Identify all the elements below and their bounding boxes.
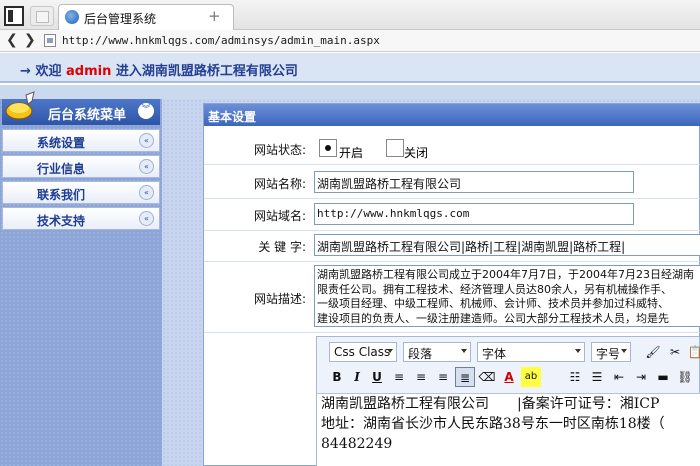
chevron-left-icon[interactable]: « <box>139 133 154 148</box>
new-tab-icon[interactable]: + <box>208 7 221 25</box>
row-divider <box>204 198 700 199</box>
font-size-value: 字号 <box>596 347 621 361</box>
underline-button[interactable]: U <box>367 367 387 387</box>
paragraph-value: 段落 <box>408 347 433 361</box>
italic-button[interactable]: I <box>347 367 367 387</box>
editor-content[interactable]: 湖南凯盟路桥工程有限公司 |备案许可证号：湘ICP 地址：湖南省长沙市人民东路3… <box>317 393 700 466</box>
css-class-select[interactable]: Css Class <box>329 342 397 362</box>
align-right-icon[interactable]: ≡ <box>433 367 453 387</box>
unordered-list-icon[interactable]: ☰ <box>587 367 607 387</box>
description-line: 一级项目经理、中级工程师、机械师、会计师、技术员并参加过科威特、 <box>317 297 669 310</box>
editor-toolbar-row-2: B I U ≡ ≡ ≡ ≣ ⌫ A ab ☷ ☰ ⇤ ⇥ ▬ ⛓ <box>325 365 700 389</box>
welcome-message: → 欢迎 admin 进入湖南凯盟路桥工程有限公司 <box>20 60 298 79</box>
site-domain-label: 网站域名: <box>253 209 306 223</box>
collapse-menu-icon[interactable]: ︾ <box>138 103 154 119</box>
font-value: 字体 <box>482 347 507 361</box>
browser-tab-bar: 后台管理系统 + <box>0 0 700 30</box>
status-on-radio[interactable] <box>319 139 337 157</box>
chevron-down-icon <box>575 349 581 353</box>
welcome-suffix: 进入湖南凯盟路桥工程有限公司 <box>115 64 298 79</box>
sidebar-item-tech-support[interactable]: 技术支持 « <box>2 207 160 230</box>
header-divider <box>0 85 700 99</box>
welcome-prefix: 欢迎 <box>35 64 62 79</box>
editor-line: 84482249 <box>321 436 393 452</box>
description-textarea[interactable]: 湖南凯盟路桥工程有限公司成立于2004年7月7日，于2004年7月23日经湖南 … <box>314 265 700 327</box>
menu-logo-icon <box>5 91 35 120</box>
link-icon[interactable]: ⛓ <box>675 367 695 387</box>
tab-title: 后台管理系统 <box>84 12 157 26</box>
ie-favicon-icon <box>65 10 79 24</box>
site-name-label: 网站名称: <box>253 177 306 191</box>
site-status-label: 网站状态: <box>253 143 306 157</box>
horizontal-rule-icon[interactable]: ▬ <box>653 367 673 387</box>
sidebar-toggle-icon[interactable] <box>4 6 24 26</box>
keywords-label: 关 键 字: <box>258 240 306 254</box>
bold-button[interactable]: B <box>327 367 347 387</box>
username: admin <box>65 64 112 79</box>
rich-text-editor: Css Class 段落 字体 字号 🖌 ✂ 📋 B I U ≡ ≡ ≡ ≣ ⌫… <box>316 336 700 466</box>
panel-title: 基本设置 <box>204 104 700 126</box>
align-center-icon[interactable]: ≡ <box>411 367 431 387</box>
sidebar-item-system-settings[interactable]: 系统设置 « <box>2 129 160 152</box>
inactive-tab[interactable] <box>30 6 54 26</box>
arrow-right-icon: → <box>20 64 31 79</box>
description-line: 建设项目的负责人、一级注册建造师。公司大部分工程技术人员，均是先 <box>317 311 669 325</box>
ordered-list-icon[interactable]: ☷ <box>565 367 585 387</box>
chevron-down-icon <box>387 349 393 353</box>
editor-toolbar-row-1: Css Class 段落 字体 字号 🖌 ✂ 📋 <box>325 340 700 364</box>
sidebar-title: 后台系统菜单 <box>48 108 127 123</box>
keywords-input[interactable]: 湖南凯盟路桥工程有限公司|路桥|工程|湖南凯盟|路桥工程| <box>314 234 700 256</box>
align-left-icon[interactable]: ≡ <box>389 367 409 387</box>
font-select[interactable]: 字体 <box>477 342 585 362</box>
highlight-color-icon[interactable]: ab <box>521 367 541 387</box>
description-line: 湖南凯盟路桥工程有限公司成立于2004年7月7日，于2004年7月23日经湖南 <box>317 268 694 281</box>
chevron-down-icon <box>461 349 467 353</box>
outdent-icon[interactable]: ⇤ <box>609 367 629 387</box>
forward-arrow-icon[interactable]: ❯ <box>24 32 36 48</box>
page-icon <box>44 34 56 47</box>
address-bar: ❮ ❯ http://www.hnkmlqgs.com/adminsys/adm… <box>0 30 700 52</box>
url-input[interactable]: http://www.hnkmlqgs.com/adminsys/admin_m… <box>62 34 380 47</box>
row-divider <box>204 230 700 231</box>
sidebar-item-industry-info[interactable]: 行业信息 « <box>2 155 160 178</box>
site-name-input[interactable]: 湖南凯盟路桥工程有限公司 <box>314 171 634 193</box>
format-painter-icon[interactable]: 🖌 <box>643 342 663 362</box>
font-color-icon[interactable]: A <box>499 367 519 387</box>
indent-icon[interactable]: ⇥ <box>631 367 651 387</box>
description-label: 网站描述: <box>253 292 306 306</box>
editor-line: 地址：湖南省长沙市人民东路38号东一时区南栋18楼（ <box>321 416 665 432</box>
status-off-radio[interactable] <box>386 139 404 157</box>
status-on-label: 开启 <box>339 146 364 160</box>
status-off-label: 关闭 <box>404 146 429 160</box>
sidebar-item-label: 技术支持 <box>37 214 86 228</box>
sidebar-item-label: 行业信息 <box>37 162 86 176</box>
sidebar-item-contact-us[interactable]: 联系我们 « <box>2 181 160 204</box>
row-divider <box>204 164 700 165</box>
site-domain-input[interactable]: http://www.hnkmlqgs.com <box>314 203 634 225</box>
paragraph-select[interactable]: 段落 <box>403 342 471 362</box>
chevron-down-icon <box>621 349 627 353</box>
chevron-left-icon[interactable]: « <box>139 185 154 200</box>
row-divider <box>204 332 700 333</box>
sidebar: 后台系统菜单 ︾ 系统设置 « 行业信息 « 联系我们 « 技术支持 « <box>0 91 162 466</box>
chevron-left-icon[interactable]: « <box>139 159 154 174</box>
paste-icon[interactable]: 📋 <box>685 342 700 362</box>
back-arrow-icon[interactable]: ❮ <box>6 32 18 48</box>
align-justify-icon[interactable]: ≣ <box>455 367 475 387</box>
sidebar-item-label: 系统设置 <box>37 136 86 150</box>
css-class-value: Css Class <box>334 345 391 359</box>
editor-line: 湖南凯盟路桥工程有限公司 |备案许可证号：湘ICP <box>321 396 660 412</box>
cut-icon[interactable]: ✂ <box>665 342 685 362</box>
sidebar-header: 后台系统菜单 ︾ <box>2 91 160 125</box>
description-line: 限责任公司。拥有工程技术、经济管理人员达80余人，另有机械操作手、 <box>317 282 672 296</box>
sidebar-item-label: 联系我们 <box>37 188 86 202</box>
font-size-select[interactable]: 字号 <box>591 342 631 362</box>
chevron-left-icon[interactable]: « <box>139 211 154 226</box>
site-header: → 欢迎 admin 进入湖南凯盟路桥工程有限公司 <box>0 53 700 83</box>
eraser-icon[interactable]: ⌫ <box>477 367 497 387</box>
row-divider <box>204 261 700 262</box>
